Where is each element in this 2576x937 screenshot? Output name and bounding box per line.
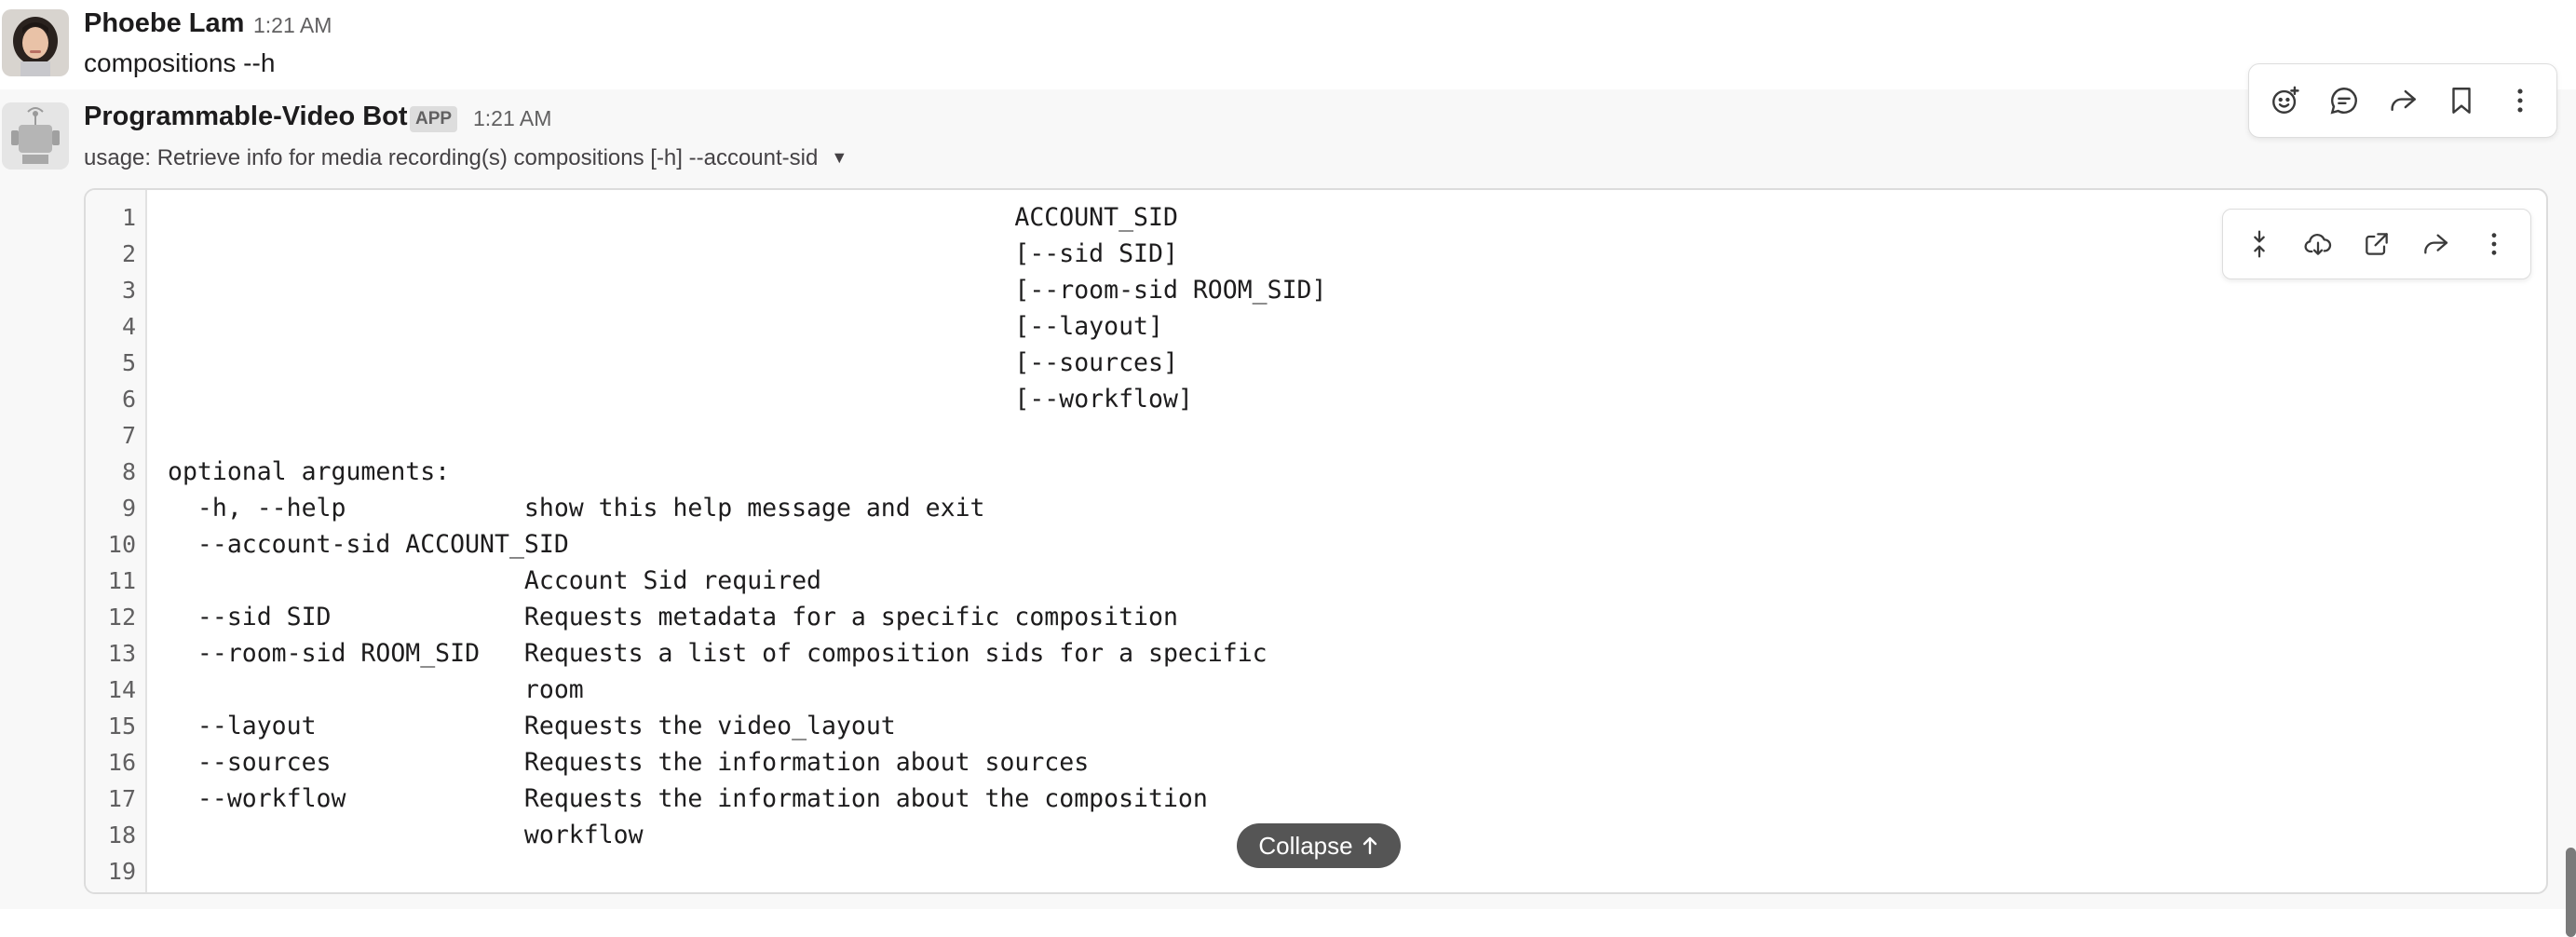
add-reaction-icon[interactable] xyxy=(2261,76,2310,125)
line-number: 11 xyxy=(107,567,136,594)
code-line: --layout Requests the video_layout xyxy=(168,712,896,740)
share-icon[interactable] xyxy=(2379,76,2427,125)
line-number-gutter: 1 2 3 4 5 6 7 8 9 10 11 12 13 14 15 16 1… xyxy=(86,190,147,892)
line-number: 17 xyxy=(107,785,136,812)
code-line: [--sources] xyxy=(168,348,1178,377)
line-number: 4 xyxy=(121,313,136,340)
line-number: 2 xyxy=(121,240,136,267)
line-number: 16 xyxy=(107,749,136,776)
line-number: 7 xyxy=(121,422,136,449)
message-actions-toolbar xyxy=(2248,63,2557,138)
collapse-lines-icon[interactable] xyxy=(2235,220,2284,268)
message-bot: Programmable-Video Bot APP 1:21 AM usage… xyxy=(0,63,2576,909)
bot-avatar[interactable] xyxy=(2,102,69,170)
line-number: 9 xyxy=(121,495,136,522)
line-number: 12 xyxy=(107,604,136,631)
scrollbar-thumb[interactable] xyxy=(2566,848,2576,937)
app-badge: APP xyxy=(410,106,458,132)
line-number: 3 xyxy=(121,277,136,304)
usage-text: usage: Retrieve info for media recording… xyxy=(84,145,819,170)
timestamp[interactable]: 1:21 AM xyxy=(253,13,332,38)
timestamp[interactable]: 1:21 AM xyxy=(473,106,551,131)
open-external-icon[interactable] xyxy=(2352,220,2401,268)
download-icon[interactable] xyxy=(2294,220,2342,268)
code-line: --sid SID Requests metadata for a specif… xyxy=(168,603,1178,631)
code-line: room xyxy=(168,675,584,704)
sender-name[interactable]: Programmable-Video Bot xyxy=(84,102,408,132)
code-block: 1 2 3 4 5 6 7 8 9 10 11 12 13 14 15 16 1… xyxy=(84,188,2548,894)
reply-in-thread-icon[interactable] xyxy=(2320,76,2368,125)
collapse-button[interactable]: Collapse xyxy=(1237,823,1401,868)
code-line: [--sid SID] xyxy=(168,239,1178,268)
bookmark-icon[interactable] xyxy=(2437,76,2486,125)
code-line: --sources Requests the information about… xyxy=(168,748,1090,777)
line-number: 10 xyxy=(107,531,136,558)
scrollbar-track[interactable] xyxy=(2563,0,2576,937)
line-number: 14 xyxy=(107,676,136,703)
more-actions-icon[interactable] xyxy=(2470,220,2518,268)
slack-message-list: Phoebe Lam 1:21 AM compositions --h Prog… xyxy=(0,0,2576,937)
code-line: --account-sid ACCOUNT_SID xyxy=(168,530,569,559)
code-line: Account Sid required xyxy=(168,566,821,595)
code-line: [--room-sid ROOM_SID] xyxy=(168,276,1327,305)
line-number: 6 xyxy=(121,386,136,413)
line-number: 19 xyxy=(107,858,136,885)
line-number: 18 xyxy=(107,822,136,849)
code-line: --workflow Requests the information abou… xyxy=(168,784,1208,813)
code-line: workflow xyxy=(168,821,644,849)
share-icon[interactable] xyxy=(2411,220,2460,268)
code-line: -h, --help show this help message and ex… xyxy=(168,494,985,523)
line-number: 13 xyxy=(107,640,136,667)
more-actions-icon[interactable] xyxy=(2496,76,2544,125)
line-number: 1 xyxy=(121,204,136,231)
message-phoebe: Phoebe Lam 1:21 AM compositions --h xyxy=(0,0,2576,89)
code-actions-toolbar xyxy=(2222,209,2531,279)
line-number: 8 xyxy=(121,458,136,485)
avatar[interactable] xyxy=(2,9,69,76)
sender-name[interactable]: Phoebe Lam xyxy=(84,8,244,39)
code-line: --room-sid ROOM_SID Requests a list of c… xyxy=(168,639,1268,668)
caret-down-icon[interactable]: ▼ xyxy=(831,148,847,168)
message-text: compositions --h xyxy=(84,48,276,77)
usage-line: usage: Retrieve info for media recording… xyxy=(84,145,847,171)
code-line: ACCOUNT_SID xyxy=(168,203,1178,232)
arrow-up-icon xyxy=(1363,836,1376,855)
line-number: 5 xyxy=(121,349,136,376)
code-line: [--workflow] xyxy=(168,385,1193,414)
line-number: 15 xyxy=(107,713,136,740)
collapse-label: Collapse xyxy=(1258,831,1353,860)
code-line: optional arguments: xyxy=(168,457,451,486)
code-line: [--layout] xyxy=(168,312,1163,341)
